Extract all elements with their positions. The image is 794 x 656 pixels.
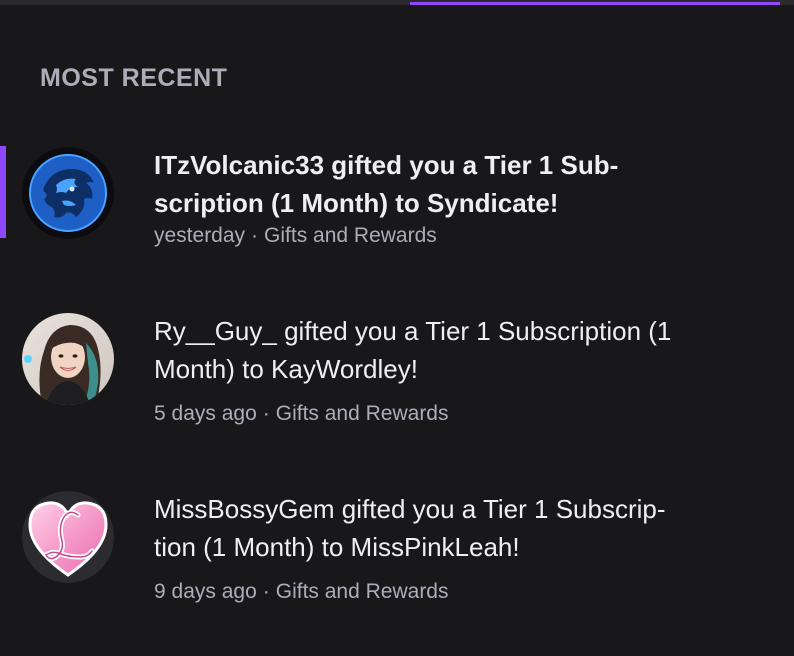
- notification-item[interactable]: Ry__Guy_ gifted you a Tier 1 Subscriptio…: [0, 312, 794, 442]
- meta-separator: ·: [262, 580, 270, 603]
- notification-item[interactable]: MissBossyGem gifted you a Tier 1 Subscri…: [0, 490, 794, 620]
- notification-category: Gifts and Rewards: [264, 224, 437, 247]
- notification-message-line: tion (1 Month) to MissPinkLeah!: [154, 532, 520, 562]
- notification-message-line: Ry__Guy_ gifted you a Tier 1 Subscriptio…: [154, 316, 672, 346]
- notification-message-line: scription (1 Month) to Syndicate!: [154, 188, 559, 218]
- notification-category: Gifts and Rewards: [275, 580, 449, 603]
- section-title: MOST RECENT: [40, 64, 228, 92]
- meta-separator: ·: [262, 402, 270, 425]
- notification-item[interactable]: ITzVolcanic33 gifted you a Tier 1 Sub- s…: [0, 146, 794, 276]
- pink-heart-letter-l-icon[interactable]: [22, 491, 114, 583]
- notification-message: MissBossyGem gifted you a Tier 1 Subscri…: [154, 490, 714, 566]
- notification-meta: 5 days ago · Gifts and Rewards: [154, 402, 449, 426]
- notification-message: ITzVolcanic33 gifted you a Tier 1 Sub- s…: [154, 146, 714, 222]
- blue-lion-logo-icon[interactable]: [22, 147, 114, 239]
- notification-category: Gifts and Rewards: [275, 402, 449, 425]
- notification-meta: 9 days ago · Gifts and Rewards: [154, 580, 449, 604]
- notification-meta: yesterday · Gifts and Rewards: [154, 224, 437, 248]
- notification-message-line: ITzVolcanic33 gifted you a Tier 1 Sub-: [154, 150, 619, 180]
- active-tab-indicator: [410, 2, 780, 5]
- notification-time: yesterday: [154, 224, 246, 247]
- notification-message-line: MissBossyGem gifted you a Tier 1 Subscri…: [154, 494, 666, 524]
- notification-message-line: Month) to KayWordley!: [154, 354, 418, 384]
- notification-message: Ry__Guy_ gifted you a Tier 1 Subscriptio…: [154, 312, 714, 388]
- notification-time: 9 days ago: [154, 580, 257, 603]
- unread-indicator: [0, 146, 6, 238]
- meta-separator: ·: [251, 224, 259, 247]
- notification-time: 5 days ago: [154, 402, 257, 425]
- user-photo-avatar[interactable]: [22, 313, 114, 405]
